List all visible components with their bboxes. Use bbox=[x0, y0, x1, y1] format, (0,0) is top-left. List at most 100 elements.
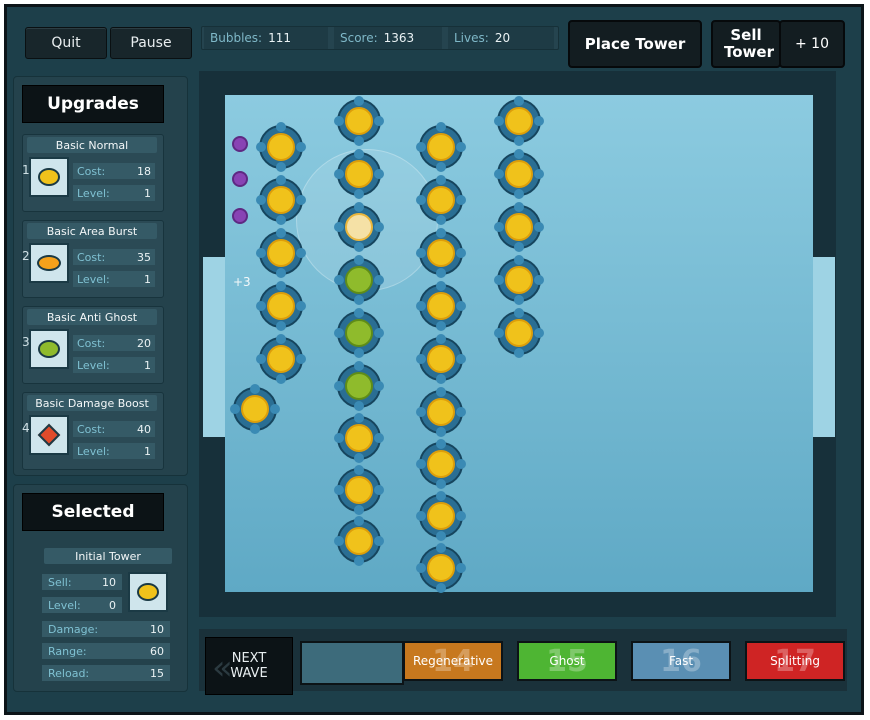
bubble-tower-icon[interactable] bbox=[334, 465, 384, 515]
bubble-tower-icon[interactable] bbox=[494, 308, 544, 358]
selected-damage: Damage: 10 bbox=[42, 621, 170, 637]
wave-15-ghost: 15 Ghost bbox=[517, 641, 617, 681]
bubble-tower-icon[interactable] bbox=[334, 413, 384, 463]
cost-value: 35 bbox=[137, 250, 151, 264]
next-wave-button[interactable]: « NEXT WAVE bbox=[205, 637, 293, 695]
bubble-tower-icon[interactable] bbox=[256, 122, 306, 172]
bubble-tower-icon[interactable] bbox=[494, 202, 544, 252]
upgrade-card-basic-damage-boost[interactable]: Basic Damage Boost Cost: 40 Level: 1 bbox=[22, 392, 164, 470]
sell-label: Sell: bbox=[48, 575, 72, 589]
upgrades-title: Upgrades bbox=[22, 85, 164, 123]
bubble-tower-icon[interactable] bbox=[416, 439, 466, 489]
range-value: 60 bbox=[150, 644, 164, 658]
upgrade-number: 2 bbox=[22, 249, 30, 263]
bubble-tower-icon[interactable] bbox=[416, 491, 466, 541]
upgrade-number: 4 bbox=[22, 421, 30, 435]
bubble-tower-icon[interactable] bbox=[334, 149, 384, 199]
wave-14-regenerative: 14 Regenerative bbox=[403, 641, 503, 681]
level-value: 1 bbox=[144, 186, 151, 200]
upgrade-card-basic-normal[interactable]: Basic Normal Cost: 18 Level: 1 bbox=[22, 134, 164, 212]
bubble-tower-icon[interactable] bbox=[416, 543, 466, 593]
score-stat: Score: 1363 bbox=[334, 27, 442, 49]
upgrade-number: 3 bbox=[22, 335, 30, 349]
upgrade-name: Basic Area Burst bbox=[27, 223, 157, 239]
bubbles-stat: Bubbles: 111 bbox=[204, 27, 328, 49]
range-label: Range: bbox=[48, 644, 87, 658]
bubble-tower-icon[interactable] bbox=[416, 175, 466, 225]
plus-ten-button[interactable]: + 10 bbox=[779, 20, 845, 68]
anti-ghost-tower-icon[interactable] bbox=[334, 255, 384, 305]
stats-bar: Bubbles: 111 Score: 1363 Lives: 20 bbox=[201, 26, 559, 50]
bubble-tower-icon[interactable] bbox=[416, 334, 466, 384]
cost-label: Cost: bbox=[77, 422, 106, 436]
level-label: Level: bbox=[77, 358, 110, 372]
bubble-tower-icon[interactable] bbox=[416, 228, 466, 278]
damage-value: 10 bbox=[150, 622, 164, 636]
level-label: Level: bbox=[48, 598, 81, 612]
selected-title: Selected bbox=[22, 493, 164, 531]
bubble-tower-icon[interactable] bbox=[256, 281, 306, 331]
level-label: Level: bbox=[77, 186, 110, 200]
ghost-enemy-icon[interactable] bbox=[232, 136, 248, 152]
score-value: 1363 bbox=[383, 31, 415, 45]
level-label: Level: bbox=[77, 272, 110, 286]
anti-ghost-tower-icon bbox=[29, 329, 69, 369]
score-label: Score: bbox=[340, 31, 378, 45]
bubbles-value: 111 bbox=[268, 31, 291, 45]
selected-reload: Reload: 15 bbox=[42, 665, 170, 681]
level-value: 1 bbox=[144, 444, 151, 458]
wave-16-fast: 16 Fast bbox=[631, 641, 731, 681]
selected-level: Level: 0 bbox=[42, 597, 122, 613]
upgrade-cost: Cost: 18 bbox=[73, 163, 155, 179]
cost-label: Cost: bbox=[77, 336, 106, 350]
lives-stat: Lives: 20 bbox=[448, 27, 554, 49]
place-tower-button[interactable]: Place Tower bbox=[568, 20, 702, 68]
bubble-tower-icon[interactable] bbox=[416, 387, 466, 437]
wave-type-label: Ghost bbox=[549, 654, 585, 668]
reload-value: 15 bbox=[150, 666, 164, 680]
bubble-tower-icon[interactable] bbox=[256, 175, 306, 225]
bubble-tower-icon[interactable] bbox=[494, 96, 544, 146]
upgrade-number: 1 bbox=[22, 163, 30, 177]
ghost-enemy-icon[interactable] bbox=[232, 171, 248, 187]
bubble-tower-icon[interactable] bbox=[494, 255, 544, 305]
cost-label: Cost: bbox=[77, 164, 106, 178]
area-burst-tower-icon bbox=[29, 243, 69, 283]
quit-button[interactable]: Quit bbox=[25, 27, 107, 59]
bubble-tower-icon[interactable] bbox=[494, 149, 544, 199]
ghost-enemy-icon[interactable] bbox=[232, 208, 248, 224]
cost-value: 18 bbox=[137, 164, 151, 178]
upgrade-card-basic-area-burst[interactable]: Basic Area Burst Cost: 35 Level: 1 bbox=[22, 220, 164, 298]
path-exit bbox=[811, 257, 835, 437]
bubble-tower-icon[interactable] bbox=[416, 122, 466, 172]
bubble-tower-icon[interactable] bbox=[256, 334, 306, 384]
selected-tower-icon[interactable] bbox=[334, 202, 384, 252]
pause-button[interactable]: Pause bbox=[110, 27, 192, 59]
level-value: 0 bbox=[109, 598, 116, 612]
anti-ghost-tower-icon[interactable] bbox=[334, 308, 384, 358]
damage-label: Damage: bbox=[48, 622, 99, 636]
upgrade-name: Basic Damage Boost bbox=[27, 395, 157, 411]
upgrade-cost: Cost: 40 bbox=[73, 421, 155, 437]
upgrade-cost: Cost: 35 bbox=[73, 249, 155, 265]
upgrade-level: Level: 1 bbox=[73, 357, 155, 373]
selected-range: Range: 60 bbox=[42, 643, 170, 659]
lives-value: 20 bbox=[494, 31, 511, 45]
upgrade-cost: Cost: 20 bbox=[73, 335, 155, 351]
reload-label: Reload: bbox=[48, 666, 90, 680]
sell-tower-button[interactable]: Sell Tower bbox=[711, 20, 781, 68]
bubble-tower-icon[interactable] bbox=[230, 384, 280, 434]
upgrade-name: Basic Anti Ghost bbox=[27, 309, 157, 325]
upgrade-card-basic-anti-ghost[interactable]: Basic Anti Ghost Cost: 20 Level: 1 bbox=[22, 306, 164, 384]
level-value: 1 bbox=[144, 272, 151, 286]
anti-ghost-tower-icon[interactable] bbox=[334, 361, 384, 411]
wave-type-label: Regenerative bbox=[413, 654, 493, 668]
cost-value: 20 bbox=[137, 336, 151, 350]
bubble-tower-icon[interactable] bbox=[256, 228, 306, 278]
sell-value: 10 bbox=[102, 575, 116, 589]
upgrade-level: Level: 1 bbox=[73, 443, 155, 459]
bubble-tower-icon[interactable] bbox=[416, 281, 466, 331]
bonus-floating-text: +3 bbox=[233, 275, 251, 289]
bubble-tower-icon[interactable] bbox=[334, 516, 384, 566]
bubble-tower-icon[interactable] bbox=[334, 96, 384, 146]
